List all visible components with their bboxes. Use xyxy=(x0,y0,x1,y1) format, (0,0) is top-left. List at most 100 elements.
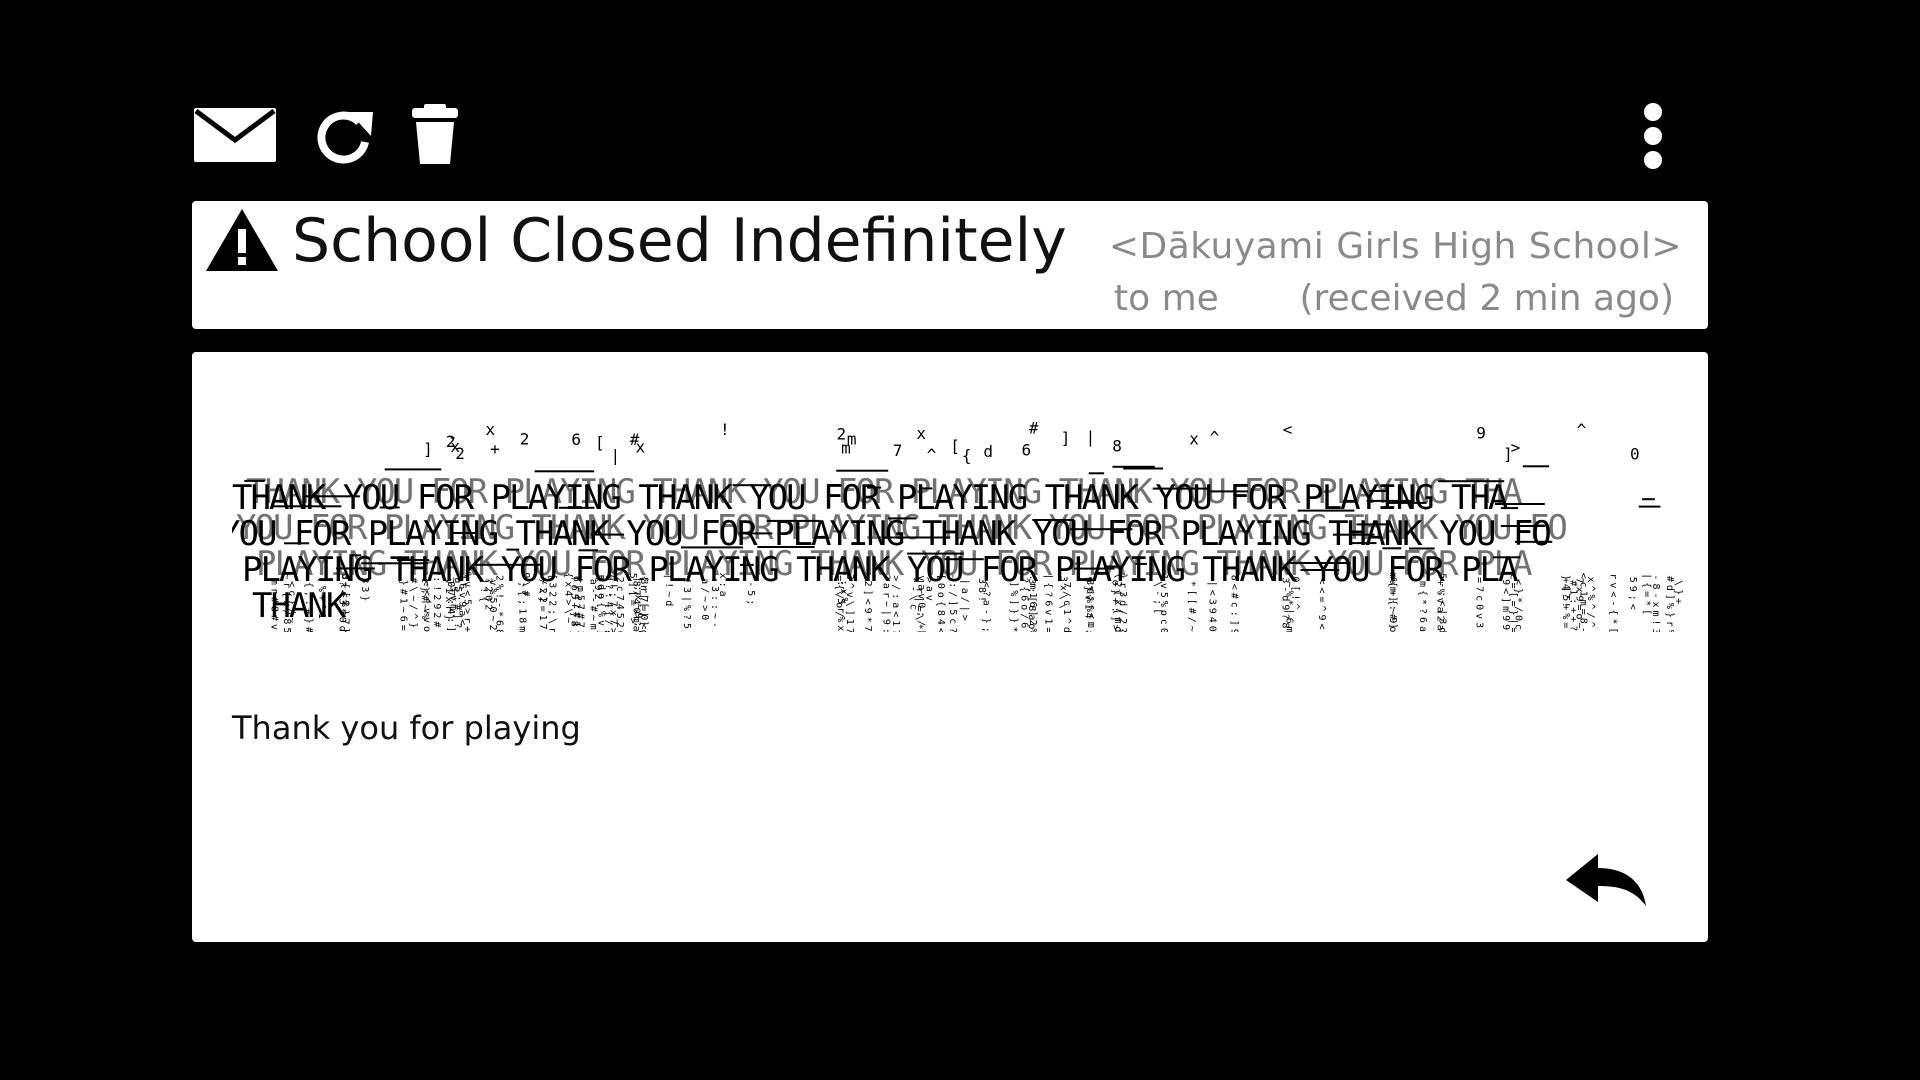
glitch-glyph: # xyxy=(1029,419,1039,438)
glitch-glyph: v xyxy=(1042,609,1053,615)
glitch-glyph: ; xyxy=(745,599,756,605)
glitch-glyph: | xyxy=(1641,573,1652,579)
glitch-glyph: c xyxy=(1473,595,1484,601)
reply-icon[interactable] xyxy=(1564,850,1648,910)
glitch-glyph: 7 xyxy=(614,595,625,601)
glitch-glyph: ~ xyxy=(1083,622,1094,628)
glitch-glyph: % xyxy=(1158,601,1169,607)
glitch-glyph: ? xyxy=(1117,627,1128,632)
mail-button[interactable] xyxy=(192,106,278,164)
glitch-glyph: [ xyxy=(1186,590,1197,596)
glitch-glyph: / xyxy=(408,604,419,610)
glitch-glyph: # xyxy=(431,621,442,627)
glitch-glyph: 8 xyxy=(935,610,946,616)
glitch-glyph: [ xyxy=(595,433,605,452)
glitch-glyph: 7 xyxy=(537,624,548,630)
glitch-glyph: x xyxy=(709,631,720,632)
glitch-glyph: a xyxy=(890,602,901,608)
glitch-glyph: ] xyxy=(423,440,433,459)
glitch-glyph: [ xyxy=(1508,592,1519,598)
email-recipient: to me xyxy=(1114,278,1219,319)
glitch-bar xyxy=(1123,467,1163,470)
glitch-glyph: } xyxy=(568,612,579,618)
glitch-glyph: 6 xyxy=(1027,602,1038,608)
glitch-glyph: a xyxy=(457,610,468,616)
glitch-glyph: 5 xyxy=(745,590,756,596)
glitch-glyph: ] xyxy=(1229,620,1240,626)
glitch-glyph: 7 xyxy=(862,626,873,632)
warning-icon xyxy=(206,209,278,271)
glitched-text-block: -:/]5c?^[|a/|>{?ar~|9:-a*}1-5;o}+:]>?8:3… xyxy=(232,392,1708,632)
glitch-glyph: 8 xyxy=(1280,622,1291,628)
glitch-glyph: 9 xyxy=(1316,615,1327,621)
glitch-glyph: d xyxy=(663,600,674,606)
glitch-glyph: } xyxy=(359,595,370,601)
glitch-glyph: 0 xyxy=(1473,604,1484,610)
glitch-glyph: 9 xyxy=(633,630,644,632)
glitch-glyph: v xyxy=(457,592,468,598)
glitch-glyph: [ xyxy=(1585,631,1596,633)
glitch-glyph: 3 xyxy=(1473,622,1484,628)
glitch-glyph: 0 xyxy=(614,631,625,632)
glitch-glyph: 9 xyxy=(1476,424,1486,443)
glitch-glyph: ; xyxy=(1436,591,1447,597)
glitch-glyph: [ xyxy=(950,437,960,456)
glitch-glyph: | xyxy=(1086,427,1096,446)
glitch-glyph: 3 xyxy=(1650,629,1661,633)
glitch-glyph: d xyxy=(1436,627,1447,632)
glitch-glyph: 9 xyxy=(1574,596,1585,602)
glitch-glyph: = xyxy=(1316,597,1327,603)
glitch-glyph: o xyxy=(1387,626,1398,632)
glitch-glyph: 2 xyxy=(1117,618,1128,624)
glitch-glyph: ] xyxy=(844,610,855,616)
glitch-glyph: ~ xyxy=(397,607,408,613)
glitch-glyph: < xyxy=(1316,624,1327,630)
glitch-glyph: } xyxy=(537,597,548,603)
glitch-glyph: 1 xyxy=(517,608,528,614)
glitch-glyph: { xyxy=(1417,590,1428,596)
glitch-glyph: 5 xyxy=(408,631,419,632)
glitch-glyph: < xyxy=(457,619,468,625)
glitch-glyph: { xyxy=(935,601,946,607)
glitch-glyph: 1 xyxy=(397,598,408,604)
glitch-glyph: d xyxy=(1061,627,1072,632)
glitch-glyph: 6 xyxy=(571,430,581,449)
refresh-icon xyxy=(317,111,373,164)
glitch-glyph: 9 xyxy=(1627,586,1638,592)
glitch-glyph: ? xyxy=(1042,591,1053,597)
glitch-glyph: 3 xyxy=(1207,599,1218,605)
glitch-glyph: v xyxy=(915,593,926,599)
glitch-glyph: { xyxy=(1607,609,1618,615)
glitch-glyph: 1 xyxy=(1083,604,1094,610)
glitch-glyph: 8 xyxy=(568,621,579,627)
glitch-bar xyxy=(1522,465,1550,468)
glitch-glyph: [ xyxy=(1607,627,1618,632)
glitch-glyph: [ xyxy=(1641,609,1652,615)
refresh-button[interactable] xyxy=(315,104,377,164)
glitch-glyph: { xyxy=(1574,632,1585,633)
glitch-glyph: ? xyxy=(1280,613,1291,619)
glitch-glyph: ] xyxy=(1008,599,1019,605)
email-received-time: (received 2 min ago) xyxy=(1299,278,1674,319)
glitch-glyph: + xyxy=(490,439,500,458)
glitch-glyph: 6 xyxy=(1022,441,1032,460)
glitch-glyph: ~ xyxy=(419,604,430,610)
glitch-glyph: 2 xyxy=(1027,620,1038,626)
glitch-glyph: ^ xyxy=(1585,604,1596,610)
glitch-glyph: < xyxy=(935,628,946,632)
glitch-glyph: 8 xyxy=(517,617,528,623)
more-options-button[interactable] xyxy=(1636,100,1670,172)
glitch-glyph: d xyxy=(1117,600,1128,606)
glitch-glyph: | xyxy=(1436,609,1447,615)
glitch-glyph: 9 xyxy=(633,612,644,618)
glitch-glyph: # xyxy=(520,590,531,596)
glitch-glyph: } xyxy=(1008,608,1019,614)
mail-icon xyxy=(194,108,276,162)
glitch-glyph: = xyxy=(1042,627,1053,632)
glitch-glyph: o xyxy=(421,626,432,632)
glitch-glyph: ] xyxy=(595,629,606,632)
glitch-glyph: 4 xyxy=(1560,584,1571,590)
delete-button[interactable] xyxy=(408,104,462,166)
glitch-glyph: ! xyxy=(1560,602,1571,608)
glitch-glyph: * xyxy=(1607,618,1618,624)
